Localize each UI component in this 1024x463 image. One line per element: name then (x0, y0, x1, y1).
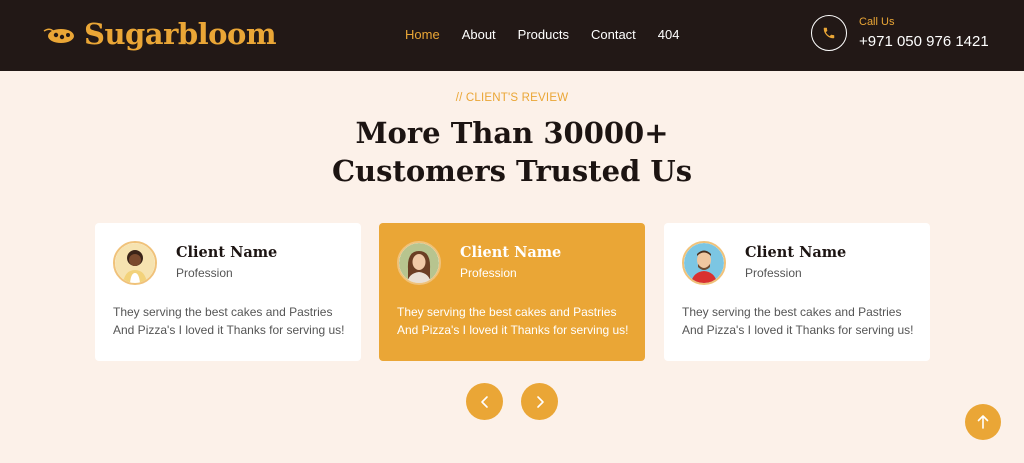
avatar (682, 241, 726, 285)
carousel-next-button[interactable] (521, 383, 558, 420)
phone-icon (811, 15, 847, 51)
review-card: Client Name Profession They serving the … (95, 223, 361, 361)
brand-logo[interactable]: Sugarbloom (42, 12, 277, 56)
client-profession: Profession (460, 266, 517, 280)
review-card-featured: Client Name Profession They serving the … (379, 223, 645, 361)
client-name: Client Name (745, 244, 847, 261)
client-name: Client Name (176, 244, 278, 261)
review-text: They serving the best cakes and Pastries… (113, 305, 345, 337)
section-eyebrow: // CLIENT'S REVIEW (455, 92, 569, 104)
back-to-top-button[interactable] (965, 404, 1001, 440)
navbar: Sugarbloom Home About Products Contact 4… (0, 0, 1024, 71)
client-profession: Profession (176, 266, 233, 280)
chevron-left-icon (480, 395, 488, 408)
section-title-line2: Customers Trusted Us (331, 154, 693, 188)
nav-item-404[interactable]: 404 (658, 26, 680, 44)
pastry-logo-icon (43, 28, 74, 43)
nav-item-about[interactable]: About (462, 26, 496, 44)
call-label: Call Us (859, 16, 895, 28)
nav-item-contact[interactable]: Contact (591, 26, 636, 44)
review-card: Client Name Profession They serving the … (664, 223, 930, 361)
chevron-right-icon (536, 395, 544, 408)
nav-item-home[interactable]: Home (405, 26, 440, 44)
avatar (397, 241, 441, 285)
carousel-prev-button[interactable] (466, 383, 503, 420)
arrow-up-icon (977, 415, 989, 429)
review-text: They serving the best cakes and Pastries… (682, 305, 914, 337)
brand-name: Sugarbloom (84, 17, 277, 51)
call-us-box[interactable]: Call Us +971 050 976 1421 (811, 14, 989, 52)
call-info: Call Us +971 050 976 1421 (859, 14, 989, 52)
call-number[interactable]: +971 050 976 1421 (859, 32, 989, 52)
nav-item-products[interactable]: Products (518, 26, 569, 44)
client-name: Client Name (460, 244, 562, 261)
avatar (113, 241, 157, 285)
section-title: More Than 30000+ Customers Trusted Us (0, 114, 1024, 190)
section-title-line1: More Than 30000+ (355, 116, 669, 150)
client-profession: Profession (745, 266, 802, 280)
main-nav: Home About Products Contact 404 (405, 26, 702, 44)
review-text: They serving the best cakes and Pastries… (397, 305, 629, 337)
